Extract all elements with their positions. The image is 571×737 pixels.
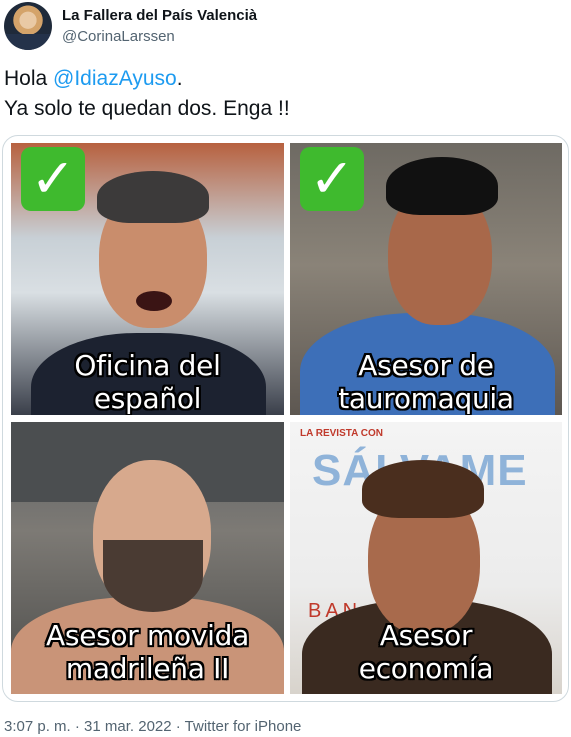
tweet-time[interactable]: 3:07 p. m. — [4, 718, 71, 735]
tweet-source[interactable]: Twitter for iPhone — [185, 718, 302, 735]
poster-top-text: LA REVISTA CON — [300, 428, 383, 439]
avatar[interactable] — [4, 2, 52, 50]
tweet-text-line-1: Hola @IdiazAyuso. — [4, 64, 564, 94]
tweet-header: La Fallera del País Valencià @CorinaLars… — [0, 0, 571, 60]
media-grid[interactable]: ✓ Oficina del español ✓ Asesor de taurom… — [2, 135, 569, 702]
hair-shape — [386, 157, 498, 215]
image-caption: Asesor economía — [290, 619, 562, 685]
mouth-shape — [136, 291, 172, 311]
caption-line: español — [93, 382, 202, 415]
caption-line: economía — [358, 652, 494, 685]
punctuation-text: . — [176, 67, 183, 90]
image-caption: Asesor movida madrileña II — [11, 619, 284, 685]
caption-line: Asesor movida — [46, 619, 249, 652]
meta-separator: · — [171, 718, 185, 735]
caption-line: madrileña II — [65, 652, 230, 685]
tweet-meta: 3:07 p. m. · 31 mar. 2022 · Twitter for … — [4, 718, 301, 735]
mention-link[interactable]: @IdiazAyuso — [53, 67, 177, 90]
greeting-text: Hola — [4, 67, 54, 90]
media-image-1[interactable]: ✓ Oficina del español — [11, 143, 284, 415]
beard-shape — [103, 540, 203, 612]
hair-shape — [97, 171, 209, 223]
caption-line: Oficina del — [74, 349, 221, 382]
media-image-2[interactable]: ✓ Asesor de tauromaquia — [290, 143, 562, 415]
caption-line: tauromaquia — [338, 382, 514, 415]
image-caption: Asesor de tauromaquia — [290, 349, 562, 415]
check-mark-icon: ✓ — [300, 147, 364, 211]
media-image-4[interactable]: LA REVISTA CON SÁLVAME BAN Asesor econom… — [290, 422, 562, 694]
hair-shape — [362, 460, 484, 518]
check-mark-icon: ✓ — [21, 147, 85, 211]
caption-line: Asesor — [379, 619, 473, 652]
image-caption: Oficina del español — [11, 349, 284, 415]
tweet-date[interactable]: 31 mar. 2022 — [84, 718, 172, 735]
meta-separator: · — [70, 718, 85, 735]
caption-line: Asesor de — [358, 349, 494, 382]
tweet-text-line-2: Ya solo te quedan dos. Enga !! — [4, 97, 290, 120]
tweet-text: Hola @IdiazAyuso. Ya solo te quedan dos.… — [4, 64, 564, 124]
username[interactable]: @CorinaLarssen — [62, 28, 175, 45]
media-image-3[interactable]: Asesor movida madrileña II — [11, 422, 284, 694]
display-name[interactable]: La Fallera del País Valencià — [62, 7, 257, 24]
